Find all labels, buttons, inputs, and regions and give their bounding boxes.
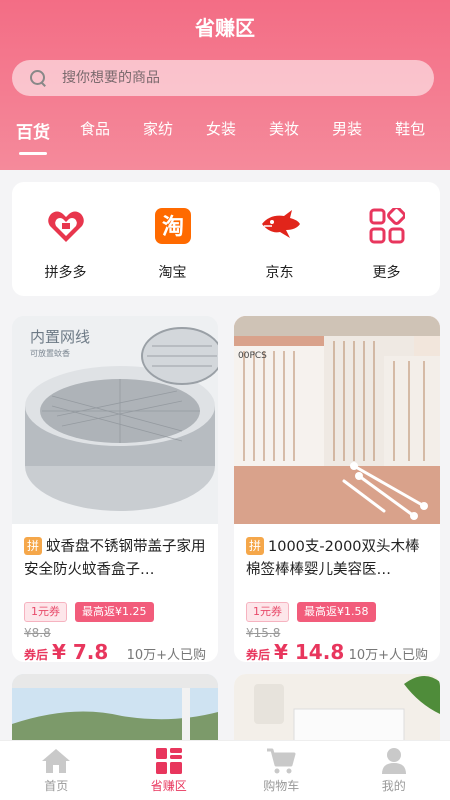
nav-shengzhuanqu[interactable]: 省赚区 — [113, 741, 226, 800]
tab-baihuo[interactable]: 百货 — [16, 118, 50, 143]
price-row: 券后 ¥ 7.8 10万+人已购 — [12, 640, 218, 662]
product-title: 1000支-2000双头木棒棉签棒棒婴儿美容医… — [246, 539, 420, 578]
taobao-icon: 淘 — [151, 204, 195, 248]
coupon-badge: 1元券 — [246, 602, 289, 622]
product-title: 蚊香盘不锈钢带盖子家用安全防火蚊香盒子… — [24, 539, 206, 578]
home-icon — [41, 747, 71, 775]
platform-shortcuts: 拼多多 淘 淘宝 京东 更多 — [12, 182, 440, 296]
tab-meizhuang[interactable]: 美妆 — [269, 118, 299, 139]
product-image: 00PCS — [234, 316, 440, 524]
final-price: ¥ 14.8 — [274, 640, 345, 662]
user-icon — [379, 747, 409, 775]
rebate-badge: 最高返¥1.25 — [75, 602, 154, 622]
pinduoduo-tag: 拼 — [246, 537, 264, 555]
product-name: 拼 1000支-2000双头木棒棉签棒棒婴儿美容医… — [234, 524, 440, 596]
platform-label: 京东 — [265, 265, 294, 281]
product-name: 拼蚊香盘不锈钢带盖子家用安全防火蚊香盒子… — [12, 524, 218, 596]
product-image-caption: 00PCS — [238, 351, 267, 361]
platform-label: 更多 — [372, 265, 401, 281]
tab-jiafang[interactable]: 家纺 — [143, 118, 173, 139]
after-coupon-label: 券后 — [246, 648, 271, 662]
cart-icon — [266, 747, 296, 775]
search-icon — [28, 68, 48, 88]
category-tabs: 百货 食品 家纺 女装 美妆 男装 鞋包 — [0, 118, 450, 158]
tab-shipin[interactable]: 食品 — [80, 118, 110, 139]
nav-label: 省赚区 — [150, 779, 187, 793]
tab-nanzhuang[interactable]: 男装 — [332, 118, 362, 139]
sold-count: 10万+人已购 — [126, 648, 206, 662]
platform-pinduoduo[interactable]: 拼多多 — [21, 204, 111, 296]
svg-text:淘: 淘 — [161, 214, 183, 240]
jingdong-icon — [258, 204, 302, 248]
sold-count: 10万+人已购 — [348, 648, 428, 662]
bottom-nav: 首页 省赚区 购物车 我的 — [0, 740, 450, 800]
after-coupon-label: 券后 — [24, 648, 49, 662]
search-bar[interactable] — [12, 60, 434, 96]
page-title: 省赚区 — [195, 16, 255, 40]
nav-home[interactable]: 首页 — [0, 741, 113, 800]
nav-mine[interactable]: 我的 — [338, 741, 450, 800]
original-price: ¥15.8 — [246, 626, 281, 640]
product-image-caption: 内置网线 — [30, 328, 90, 346]
search-input[interactable] — [62, 70, 402, 86]
platform-label: 淘宝 — [158, 265, 187, 281]
platform-taobao[interactable]: 淘 淘宝 — [128, 204, 218, 296]
platform-jingdong[interactable]: 京东 — [235, 204, 325, 296]
product-card[interactable]: 00PCS 拼 1000支-2000双头木棒棉签棒棒婴儿美容医… 1元券 最高返¥… — [234, 316, 440, 662]
nav-label: 购物车 — [263, 779, 300, 793]
product-badges: 1元券 最高返¥1.58 — [234, 596, 440, 622]
tab-xiebao[interactable]: 鞋包 — [395, 118, 425, 139]
platform-label: 拼多多 — [44, 265, 87, 281]
nav-label: 我的 — [381, 779, 406, 793]
final-price: ¥ 7.8 — [52, 640, 109, 662]
grid-icon — [154, 747, 184, 775]
platform-more[interactable]: 更多 — [342, 204, 432, 296]
pinduoduo-tag: 拼 — [24, 537, 42, 555]
price-row: 券后 ¥ 14.8 10万+人已购 — [234, 640, 440, 662]
nav-label: 首页 — [44, 779, 69, 793]
product-image: 内置网线 可放置蚊香 — [12, 316, 218, 524]
rebate-badge: 最高返¥1.58 — [297, 602, 376, 622]
pinduoduo-icon — [44, 204, 88, 248]
original-price: ¥8.8 — [24, 626, 51, 640]
coupon-badge: 1元券 — [24, 602, 67, 622]
product-image-subcaption: 可放置蚊香 — [30, 348, 70, 358]
product-badges: 1元券 最高返¥1.25 — [12, 596, 218, 622]
product-card[interactable]: 内置网线 可放置蚊香 拼蚊香盘不锈钢带盖子家用安全防火蚊香盒子… 1元券 最高返… — [12, 316, 218, 662]
tab-nvzhuang[interactable]: 女装 — [206, 118, 236, 139]
nav-cart[interactable]: 购物车 — [225, 741, 338, 800]
more-grid-icon — [365, 204, 409, 248]
